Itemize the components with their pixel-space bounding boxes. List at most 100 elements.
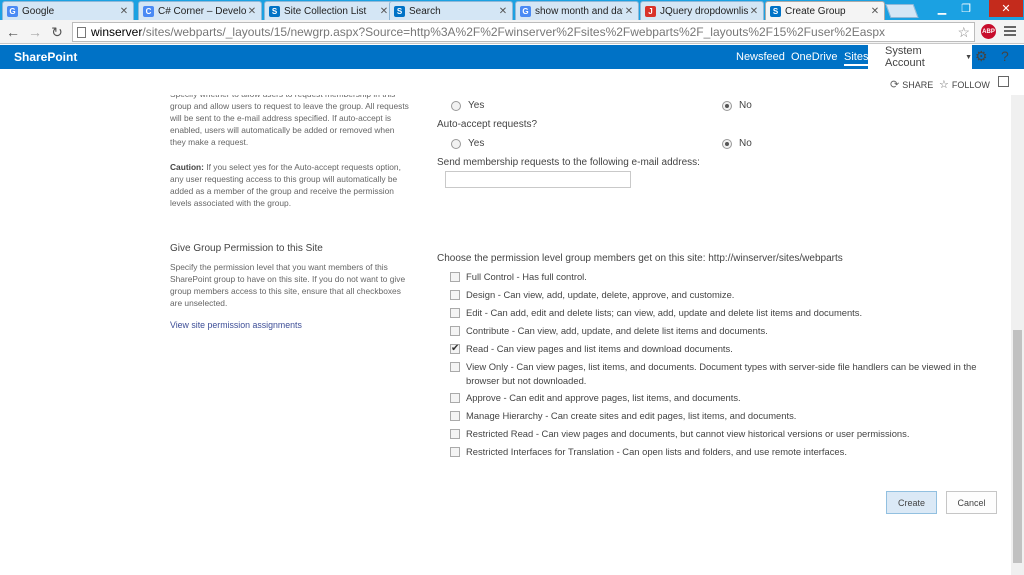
- back-arrow-icon[interactable]: ←: [4, 23, 22, 41]
- permission-level-approve[interactable]: Approve - Can edit and approve pages, li…: [450, 391, 980, 405]
- permission-level-contribute[interactable]: Contribute - Can view, add, update, and …: [450, 324, 980, 338]
- restore-icon[interactable]: ❐: [955, 0, 977, 17]
- tab-close-icon[interactable]: ✕: [869, 6, 881, 17]
- browser-tab-csharp-corner[interactable]: C C# Corner – Develope ✕: [138, 1, 262, 20]
- membership-email-input[interactable]: [445, 171, 631, 188]
- help-icon[interactable]: ?: [1001, 48, 1009, 64]
- radio-circle: [722, 100, 732, 111]
- page-icon: [77, 27, 86, 38]
- permission-level-full-control[interactable]: Full Control - Has full control.: [450, 270, 980, 284]
- allow-requests-no-radio[interactable]: No: [722, 100, 752, 111]
- checkbox[interactable]: [450, 429, 460, 439]
- permission-label: View Only - Can view pages, list items, …: [466, 361, 977, 386]
- chevron-down-icon: ▼: [965, 53, 972, 61]
- radio-label: Yes: [468, 100, 485, 111]
- tab-close-icon[interactable]: ✕: [623, 6, 635, 17]
- browser-tab-jquery[interactable]: J JQuery dropdownlist ✕: [640, 1, 764, 20]
- radio-circle: [722, 138, 732, 149]
- permission-label: Read - Can view pages and list items and…: [466, 343, 733, 354]
- radio-circle: [451, 138, 461, 149]
- create-button[interactable]: Create: [886, 491, 937, 514]
- checkbox[interactable]: [450, 447, 460, 457]
- suite-link-onedrive[interactable]: OneDrive: [791, 51, 837, 63]
- permission-level-design[interactable]: Design - Can view, add, update, delete, …: [450, 288, 980, 302]
- permission-label: Full Control - Has full control.: [466, 271, 587, 282]
- tab-close-icon[interactable]: ✕: [246, 6, 258, 17]
- tab-label: show month and dat: [535, 5, 623, 17]
- permission-description: Specify the permission level that you wa…: [170, 262, 406, 308]
- sharepoint-favicon-icon: S: [394, 5, 405, 17]
- caution-note: Caution: If you select yes for the Auto-…: [170, 161, 410, 209]
- cancel-button[interactable]: Cancel: [946, 491, 997, 514]
- bookmark-star-icon[interactable]: ☆: [957, 24, 970, 41]
- page-action-bar: ⟳ SHARE ☆ FOLLOW: [0, 69, 1024, 95]
- radio-label: No: [739, 100, 752, 111]
- checkbox[interactable]: [450, 272, 460, 282]
- sharepoint-favicon-icon: S: [770, 5, 781, 17]
- permission-level-read[interactable]: ✔ Read - Can view pages and list items a…: [450, 342, 980, 356]
- allow-requests-yes-radio[interactable]: Yes: [451, 100, 484, 111]
- checkbox-checked-icon[interactable]: ✔: [450, 344, 460, 354]
- permission-level-edit[interactable]: Edit - Can add, edit and delete lists; c…: [450, 306, 980, 320]
- permission-level-manage-hierarchy[interactable]: Manage Hierarchy - Can create sites and …: [450, 409, 980, 423]
- caution-label: Caution:: [170, 162, 204, 172]
- adblock-icon[interactable]: ABP: [981, 24, 996, 39]
- follow-button[interactable]: ☆ FOLLOW: [939, 78, 990, 91]
- new-tab-button[interactable]: [885, 4, 919, 18]
- page-scrollbar[interactable]: [1011, 95, 1024, 575]
- google-favicon-icon: G: [520, 5, 531, 17]
- address-bar[interactable]: winserver/sites/webparts/_layouts/15/new…: [72, 22, 975, 42]
- checkbox[interactable]: [450, 290, 460, 300]
- tab-close-icon[interactable]: ✕: [748, 6, 760, 17]
- url-host: winserver: [91, 25, 143, 39]
- permission-choose-label: Choose the permission level group member…: [437, 253, 843, 264]
- auto-accept-no-radio[interactable]: No: [722, 138, 752, 149]
- permission-label: Edit - Can add, edit and delete lists; c…: [466, 307, 863, 318]
- checkbox[interactable]: [450, 308, 460, 318]
- forward-arrow-icon[interactable]: →: [26, 23, 44, 41]
- permission-label: Approve - Can edit and approve pages, li…: [466, 392, 741, 403]
- reload-icon[interactable]: ↻: [48, 23, 66, 41]
- checkbox[interactable]: [450, 393, 460, 403]
- share-button[interactable]: ⟳ SHARE: [890, 78, 933, 91]
- account-name: System Account: [885, 45, 925, 69]
- focus-on-content-icon[interactable]: [998, 76, 1009, 87]
- browser-menu-icon[interactable]: [1004, 26, 1016, 38]
- browser-tab-site-collection-list[interactable]: S Site Collection List ✕: [264, 1, 394, 20]
- account-menu[interactable]: System Account ▼: [868, 45, 972, 69]
- settings-gear-icon[interactable]: ⚙: [975, 48, 988, 65]
- auto-accept-yes-radio[interactable]: Yes: [451, 138, 484, 149]
- follow-star-icon: ☆: [939, 79, 949, 91]
- permission-section-title: Give Group Permission to this Site: [170, 243, 323, 254]
- membership-requests-description: Specify whether to allow users to reques…: [170, 95, 409, 147]
- browser-tab-search[interactable]: S Search ✕: [389, 1, 513, 20]
- checkbox[interactable]: [450, 411, 460, 421]
- tab-label: JQuery dropdownlist: [660, 5, 748, 17]
- suite-link-sites[interactable]: Sites: [844, 51, 869, 66]
- permission-level-view-only[interactable]: View Only - Can view pages, list items, …: [450, 360, 980, 388]
- browser-tab-show-month[interactable]: G show month and dat ✕: [515, 1, 639, 20]
- radio-circle: [451, 100, 461, 111]
- sharepoint-brand[interactable]: SharePoint: [14, 50, 77, 64]
- tab-close-icon[interactable]: ✕: [497, 6, 509, 17]
- tab-label: Site Collection List: [284, 5, 367, 17]
- suite-link-newsfeed[interactable]: Newsfeed: [736, 51, 785, 63]
- url-path: /sites/webparts/_layouts/15/newgrp.aspx?…: [142, 25, 886, 39]
- share-icon: ⟳: [890, 79, 900, 91]
- permission-level-restricted-read[interactable]: Restricted Read - Can view pages and doc…: [450, 427, 980, 441]
- tab-label: Google: [22, 5, 55, 17]
- permission-label: Manage Hierarchy - Can create sites and …: [466, 410, 797, 421]
- minimize-icon[interactable]: ▁: [931, 0, 953, 17]
- scrollbar-thumb[interactable]: [1013, 330, 1022, 563]
- permission-label: Contribute - Can view, add, update, and …: [466, 325, 768, 336]
- close-window-icon[interactable]: ✕: [989, 0, 1023, 17]
- view-site-permissions-link[interactable]: View site permission assignments: [170, 320, 302, 330]
- checkbox[interactable]: [450, 362, 460, 372]
- checkbox[interactable]: [450, 326, 460, 336]
- browser-tab-google[interactable]: G Google ✕: [2, 1, 134, 20]
- jquery-favicon-icon: J: [645, 5, 656, 17]
- tab-close-icon[interactable]: ✕: [118, 6, 130, 17]
- email-label: Send membership requests to the followin…: [437, 157, 700, 168]
- browser-tab-create-group[interactable]: S Create Group ✕: [765, 1, 885, 20]
- permission-level-restricted-interfaces[interactable]: Restricted Interfaces for Translation - …: [450, 445, 980, 459]
